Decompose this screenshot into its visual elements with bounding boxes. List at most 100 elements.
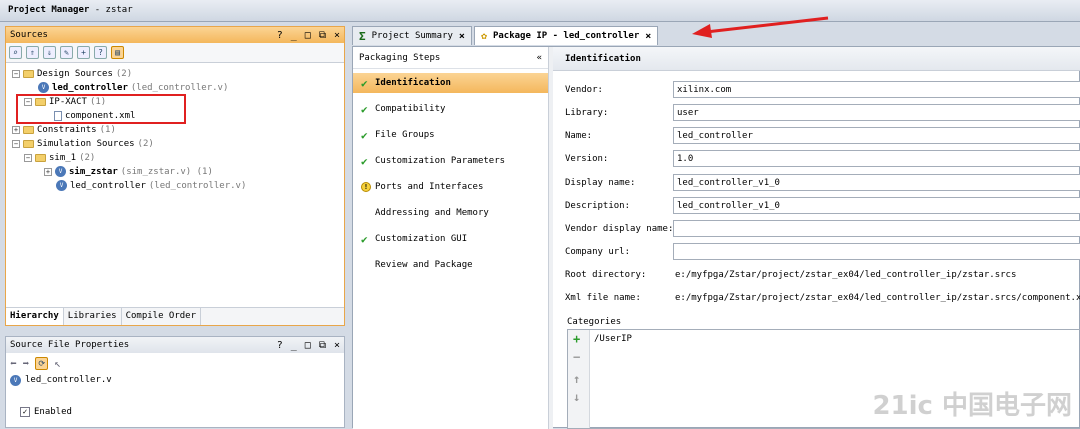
vendor-field[interactable]: xilinx.com [673,81,1080,98]
check-icon: ✔ [361,154,368,168]
expand-icon[interactable]: + [44,167,52,176]
tree-node-sim-zstar[interactable]: + V sim_zstar (sim_zstar.v) (1) [44,165,213,178]
verilog-file-icon: V [10,374,21,386]
back-arrow-icon[interactable]: ⬅ [10,357,17,370]
packaging-steps-title: Packaging Steps [359,53,441,63]
step-review-package[interactable]: Review and Package [361,255,473,275]
vendor-display-name-field[interactable] [673,220,1080,237]
folder-open-icon [35,153,46,162]
description-field[interactable]: led_controller_v1_0 [673,197,1080,214]
tab-hierarchy[interactable]: Hierarchy [6,308,64,325]
cursor-icon[interactable]: ↖ [54,357,61,370]
props-toolbar: ⬅ ➡ ⟳ ↖ [6,353,344,373]
show-hierarchy-icon[interactable]: ▤ [111,46,124,59]
step-addressing-memory[interactable]: Addressing and Memory [361,203,489,223]
help-icon[interactable]: ? [277,340,283,351]
tree-node-sim1[interactable]: − sim_1 (2) [24,151,95,164]
folder-icon [23,139,34,148]
check-icon: ✔ [361,76,368,90]
props-header: Source File Properties ? _ □ ⧉ × [6,337,344,353]
xml-file-name-value: e:/myfpga/Zstar/project/zstar_ex04/led_c… [675,293,1080,303]
properties-icon[interactable]: ? [94,46,107,59]
package-icon: ✿ [480,30,487,42]
step-customization-gui[interactable]: ✔ Customization GUI [361,229,467,249]
sigma-icon: Σ [359,29,366,43]
move-up-icon[interactable]: ↑ [573,372,580,386]
version-field[interactable]: 1.0 [673,150,1080,167]
collapse-panel-icon[interactable]: « [537,53,542,63]
maximize-icon[interactable]: □ [305,30,311,41]
maximize-icon[interactable]: □ [305,340,311,351]
root-directory-value: e:/myfpga/Zstar/project/zstar_ex04/led_c… [675,270,1017,280]
tab-package-ip[interactable]: ✿ Package IP - led_controller × [473,26,659,45]
add-icon[interactable]: + [573,332,580,346]
forward-arrow-icon[interactable]: ➡ [23,357,30,370]
collapse-all-icon[interactable]: ⇑ [26,46,39,59]
props-file-row: V led_controller.v [6,373,344,387]
window-title-bar: Project Manager - zstar [0,0,1080,22]
expand-icon[interactable]: + [12,125,20,134]
sources-title: Sources [10,30,48,40]
sync-icon[interactable]: ⟳ [35,356,49,370]
help-icon[interactable]: ? [277,30,283,41]
xml-file-name-label: Xml file name: [565,293,641,303]
verilog-file-icon: V [56,180,67,191]
check-icon: ✔ [361,128,368,142]
sources-panel: Sources ? _ □ ⧉ × ⌕ ⇑ ⇓ ✎ + ? ▤ − Design… [5,26,345,326]
collapse-icon[interactable]: − [12,139,20,148]
add-sources-icon[interactable]: + [77,46,90,59]
category-item[interactable]: /UserIP [594,334,632,344]
vendor-display-name-label: Vendor display name: [565,224,674,234]
tab-compile-order[interactable]: Compile Order [122,308,202,325]
minimize-icon[interactable]: _ [291,340,297,351]
annotation-highlight-box [16,94,186,124]
display-name-field[interactable]: led_controller_v1_0 [673,174,1080,191]
package-ip-view: Packaging Steps « ✔ Identification ✔ Compa… [352,46,1080,429]
tree-node-design-sources[interactable]: − Design Sources (2) [12,67,132,80]
tab-project-summary[interactable]: Σ Project Summary × [352,26,472,45]
annotation-arrow [692,16,829,38]
library-field[interactable]: user [673,104,1080,121]
expand-all-icon[interactable]: ⇓ [43,46,56,59]
step-ports-interfaces[interactable]: ! Ports and Interfaces [361,177,483,197]
watermark-logo: 21ic 中国电子网 [872,391,1072,421]
step-identification[interactable]: ✔ Identification [353,73,548,93]
tree-node-led-controller[interactable]: V led_controller (led_controller.v) [38,81,228,94]
close-tab-icon[interactable]: × [459,31,465,42]
step-file-groups[interactable]: ✔ File Groups [361,125,435,145]
edit-icon[interactable]: ✎ [60,46,73,59]
minimize-icon[interactable]: _ [291,30,297,41]
folder-icon [23,125,34,134]
collapse-icon[interactable]: − [12,69,20,78]
enabled-label: Enabled [34,407,72,417]
remove-icon[interactable]: − [573,350,580,364]
source-file-properties-panel: Source File Properties ? _ □ ⧉ × ⬅ ➡ ⟳ ↖… [5,336,345,428]
company-url-field[interactable] [673,243,1080,260]
warning-icon: ! [361,182,371,192]
search-icon[interactable]: ⌕ [9,46,22,59]
check-icon: ✔ [361,232,368,246]
close-icon[interactable]: × [334,30,340,41]
sources-toolbar: ⌕ ⇑ ⇓ ✎ + ? ▤ [6,43,344,63]
version-label: Version: [565,154,609,164]
enabled-checkbox[interactable]: ✓ [20,407,30,417]
tree-node-constraints[interactable]: + Constraints (1) [12,123,116,136]
float-icon[interactable]: ⧉ [319,30,326,41]
window-title: Project Manager [8,5,90,15]
folder-icon [23,69,34,78]
close-tab-icon[interactable]: × [645,31,651,42]
move-down-icon[interactable]: ↓ [573,390,580,404]
name-field[interactable]: led_controller [673,127,1080,144]
step-customization-parameters[interactable]: ✔ Customization Parameters [361,151,505,171]
tree-node-led-controller-sim[interactable]: V led_controller (led_controller.v) [56,179,246,192]
float-icon[interactable]: ⧉ [319,340,326,351]
close-icon[interactable]: × [334,340,340,351]
collapse-icon[interactable]: − [24,153,32,162]
tab-libraries[interactable]: Libraries [64,308,122,325]
step-compatibility[interactable]: ✔ Compatibility [361,99,445,119]
packaging-steps-panel: Packaging Steps « ✔ Identification ✔ Compa… [353,47,549,429]
categories-toolbar: + − ↑ ↓ [568,330,590,428]
enabled-row: ✓ Enabled [20,407,72,417]
sources-view-tabs: Hierarchy Libraries Compile Order [6,307,344,325]
tree-node-simulation-sources[interactable]: − Simulation Sources (2) [12,137,154,150]
